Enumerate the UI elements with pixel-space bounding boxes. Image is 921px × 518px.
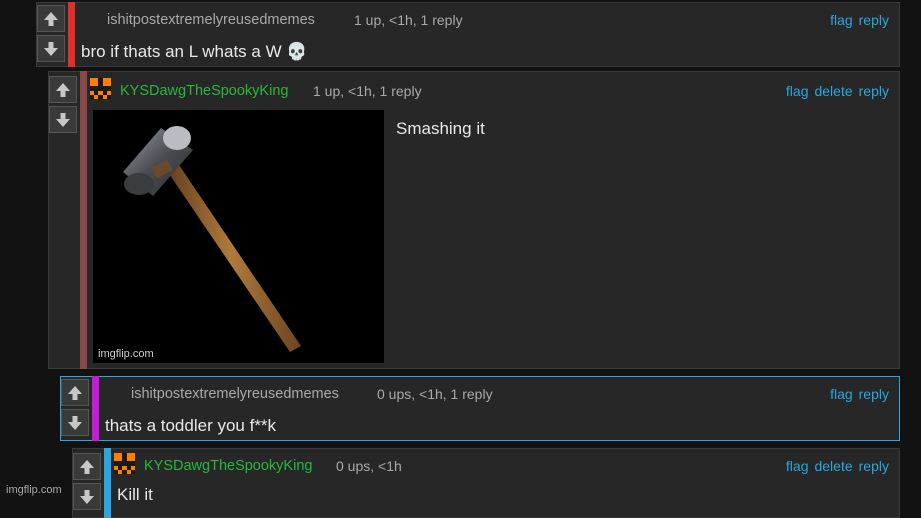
flag-link[interactable]: flag — [786, 458, 809, 474]
comment-actions: flag reply — [830, 12, 889, 28]
comment-actions: flag delete reply — [786, 458, 889, 474]
arrow-up-icon — [68, 385, 82, 400]
upvote-button[interactable] — [37, 5, 65, 32]
sledgehammer-image[interactable]: imgflip.com — [93, 110, 384, 363]
vote-controls — [49, 76, 79, 133]
comment-depth-bar — [80, 71, 87, 369]
delete-link[interactable]: delete — [814, 83, 852, 99]
avatar[interactable] — [90, 78, 111, 99]
comment-actions: flag delete reply — [786, 83, 889, 99]
username-link[interactable]: KYSDawgTheSpookyKing — [144, 458, 312, 474]
arrow-up-icon — [56, 82, 70, 97]
comment-body: KYSDawgTheSpookyKing 1 up, <1h, 1 reply … — [87, 72, 899, 368]
reply-link[interactable]: reply — [859, 386, 889, 402]
comment-depth-bar — [92, 376, 99, 441]
arrow-down-icon — [56, 112, 70, 127]
sledgehammer-illustration — [123, 126, 301, 352]
comment-actions: flag reply — [830, 386, 889, 402]
comment-text: Smashing it — [396, 119, 485, 138]
arrow-down-icon — [80, 489, 94, 504]
comment-text: thats a toddler you f**k — [105, 416, 277, 435]
site-watermark: imgflip.com — [6, 484, 62, 496]
comment-body: KYSDawgTheSpookyKing 0 ups, <1h flag del… — [111, 449, 899, 517]
downvote-button[interactable] — [73, 483, 101, 510]
flag-link[interactable]: flag — [830, 12, 853, 28]
upvote-button[interactable] — [49, 76, 77, 103]
username-link[interactable]: KYSDawgTheSpookyKing — [120, 83, 288, 99]
avatar[interactable] — [114, 453, 135, 474]
flag-link[interactable]: flag — [786, 83, 809, 99]
vote-controls — [37, 5, 67, 62]
comment-body: ishitpostextremelyreusedmemes 1 up, <1h,… — [75, 3, 899, 66]
comment-meta: 1 up, <1h, 1 reply — [313, 83, 422, 99]
flag-link[interactable]: flag — [830, 386, 853, 402]
comment-depth-bar — [104, 448, 111, 518]
comment-text: bro if thats an L whats a W 💀 — [81, 42, 308, 61]
image-watermark: imgflip.com — [98, 348, 154, 360]
vote-controls — [61, 379, 91, 436]
downvote-button[interactable] — [49, 106, 77, 133]
delete-link[interactable]: delete — [814, 458, 852, 474]
username-link[interactable]: ishitpostextremelyreusedmemes — [131, 386, 339, 402]
arrow-up-icon — [80, 459, 94, 474]
arrow-down-icon — [44, 41, 58, 56]
comment: ishitpostextremelyreusedmemes 0 ups, <1h… — [60, 376, 900, 441]
comment-depth-bar — [68, 2, 75, 67]
reply-link[interactable]: reply — [859, 12, 889, 28]
comment-meta: 0 ups, <1h, 1 reply — [377, 386, 493, 402]
reply-link[interactable]: reply — [859, 458, 889, 474]
comment: KYSDawgTheSpookyKing 1 up, <1h, 1 reply … — [48, 71, 900, 369]
downvote-button[interactable] — [37, 35, 65, 62]
username-link[interactable]: ishitpostextremelyreusedmemes — [107, 12, 315, 28]
comment-body: ishitpostextremelyreusedmemes 0 ups, <1h… — [99, 377, 899, 440]
comment-text: Kill it — [117, 485, 153, 504]
comment: KYSDawgTheSpookyKing 0 ups, <1h flag del… — [72, 448, 900, 518]
comment: ishitpostextremelyreusedmemes 1 up, <1h,… — [36, 2, 900, 67]
comment-meta: 0 ups, <1h — [336, 458, 402, 474]
vote-controls — [73, 453, 103, 510]
reply-link[interactable]: reply — [859, 83, 889, 99]
upvote-button[interactable] — [73, 453, 101, 480]
upvote-button[interactable] — [61, 379, 89, 406]
arrow-up-icon — [44, 11, 58, 26]
arrow-down-icon — [68, 415, 82, 430]
comment-meta: 1 up, <1h, 1 reply — [354, 12, 463, 28]
downvote-button[interactable] — [61, 409, 89, 436]
